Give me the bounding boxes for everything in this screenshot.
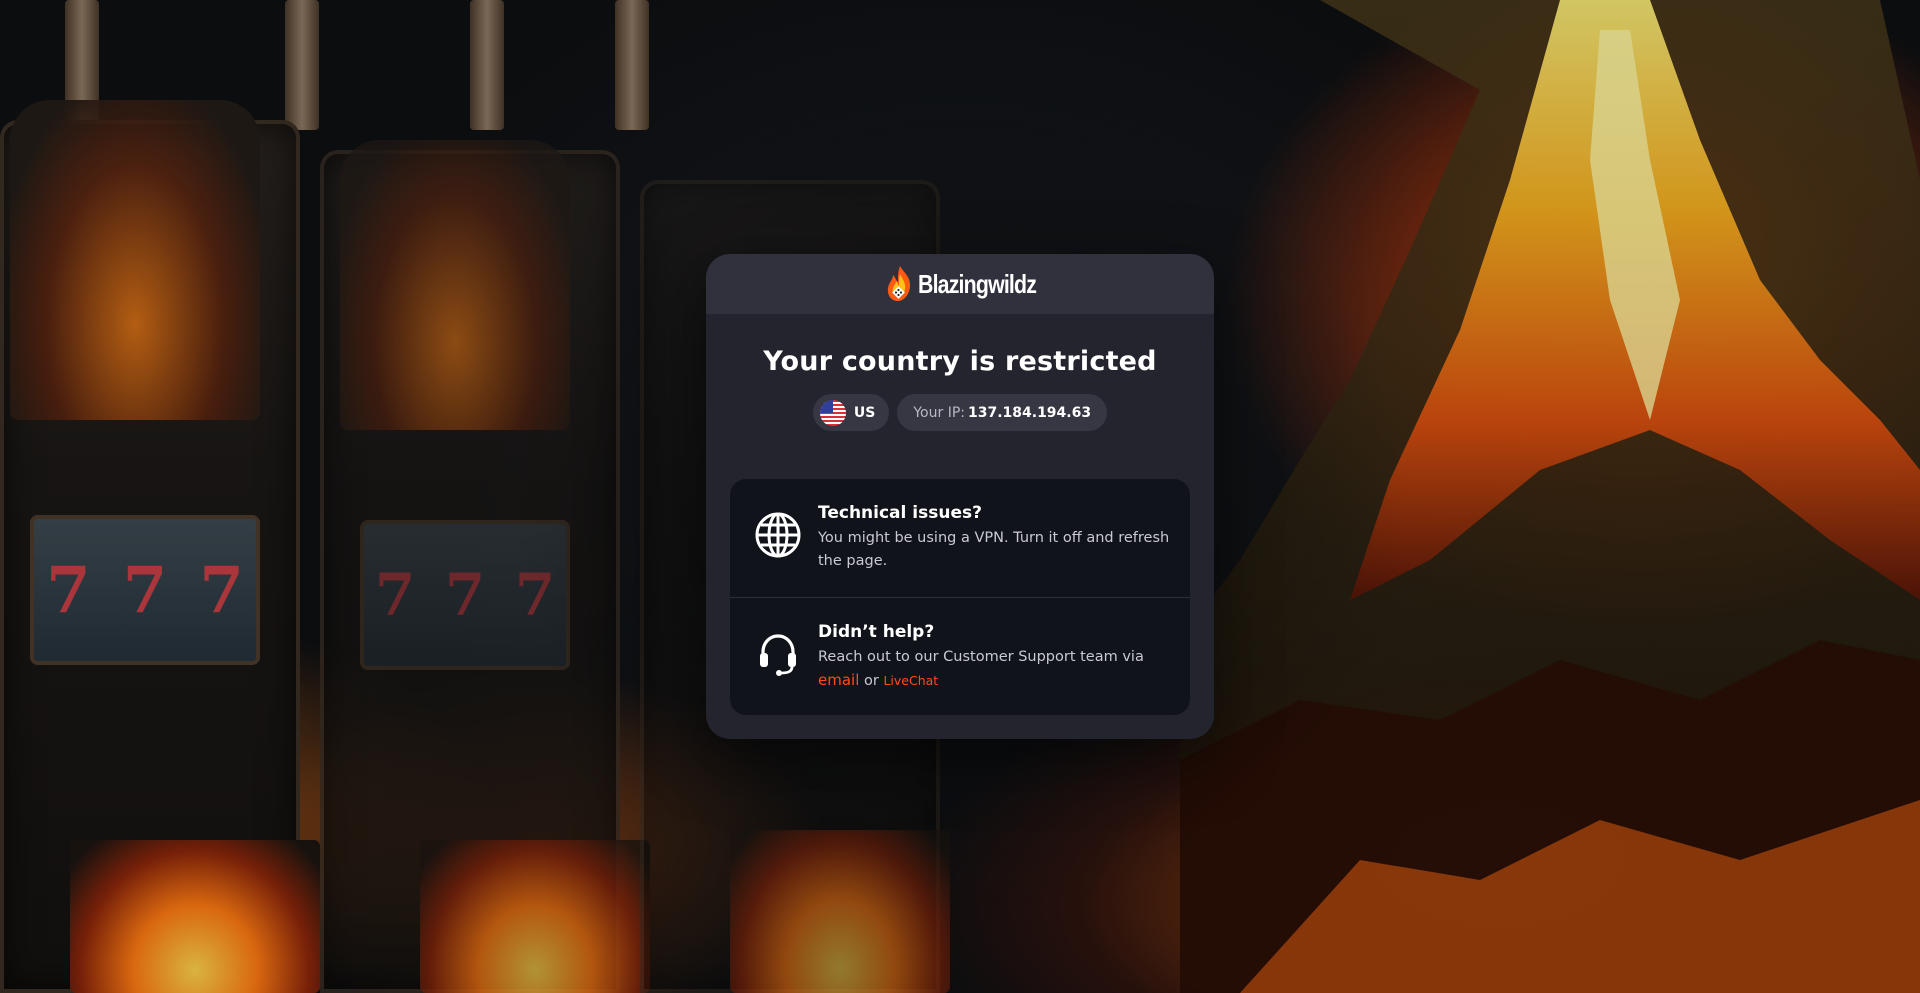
us-flag-icon [819,399,846,426]
globe-icon [755,512,801,558]
support-text: Reach out to our Customer Support team v… [818,649,1144,665]
brand-name: Blazingwildz [918,268,1037,299]
brand-logo[interactable]: Blazingwildz [884,265,1037,303]
help-title: Technical issues? [818,503,982,523]
modal-header: Blazingwildz [706,254,1214,314]
page-title: Your country is restricted [763,346,1157,377]
help-description: You might be using a VPN. Turn it off an… [818,530,1170,569]
livechat-link[interactable]: LiveChat [883,673,938,688]
restriction-modal: Blazingwildz Your country is restricted … [706,254,1214,739]
help-box: Technical issues? You might be using a V… [730,479,1190,715]
country-badge: US [812,394,890,431]
location-chips: US Your IP: 137.184.194.63 [706,394,1214,431]
help-item-technical: Technical issues? You might be using a V… [730,479,1190,597]
ip-value: 137.184.194.63 [967,404,1092,421]
or-text: or [863,673,879,689]
help-title: Didn’t help? [818,622,935,642]
ip-badge: Your IP: 137.184.194.63 [897,394,1108,431]
email-link[interactable]: email [818,671,859,689]
help-description: Reach out to our Customer Support team v… [818,646,1170,693]
country-code: US [853,404,876,421]
help-item-support: Didn’t help? Reach out to our Customer S… [730,597,1190,715]
flame-logo-icon [887,266,911,301]
ip-label: Your IP: [913,404,965,421]
headset-icon [760,634,796,676]
